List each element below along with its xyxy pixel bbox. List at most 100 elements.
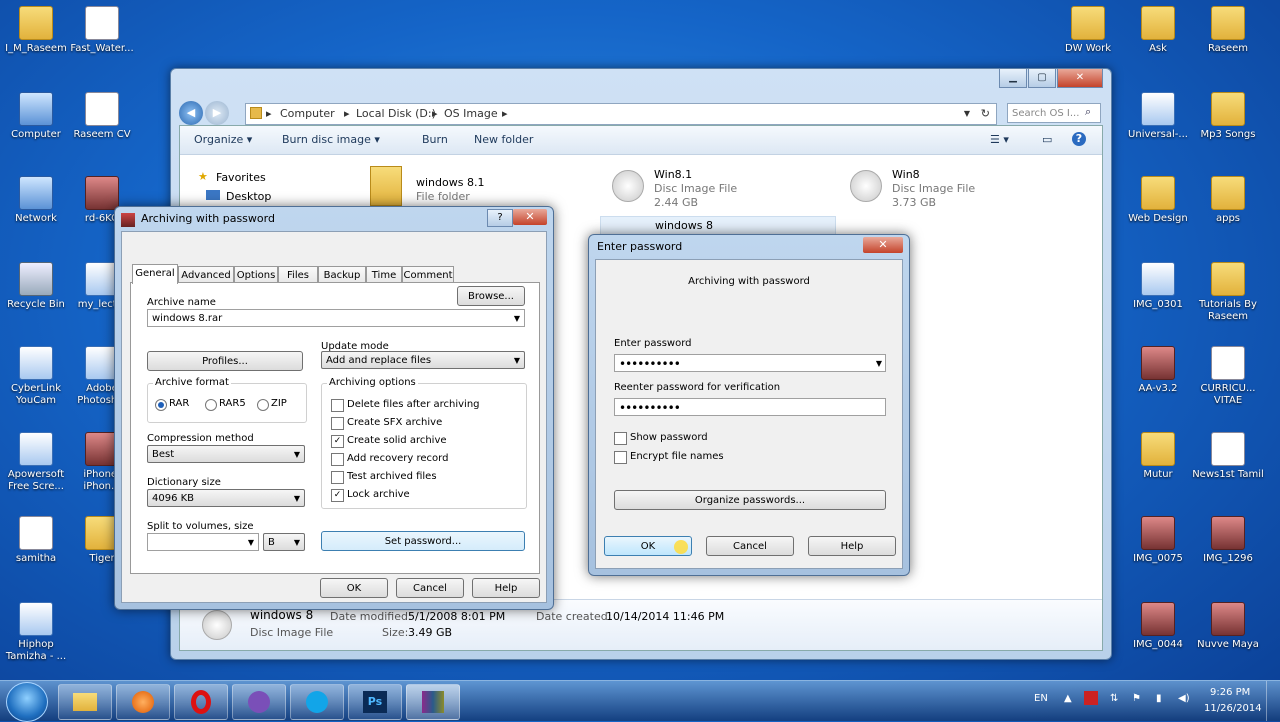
file-name[interactable]: Win8.1 <box>654 168 692 181</box>
organize-passwords-button[interactable]: Organize passwords... <box>614 490 886 510</box>
option-checkbox[interactable] <box>331 453 344 466</box>
desktop-icon-item[interactable]: Tutorials By Raseem <box>1192 262 1264 323</box>
tab-general[interactable]: General <box>132 264 178 284</box>
show-password-checkbox[interactable] <box>614 432 627 445</box>
desktop-icon-item[interactable]: Web Design <box>1122 176 1194 225</box>
start-button[interactable] <box>6 682 48 722</box>
option-checkbox[interactable] <box>331 471 344 484</box>
chevron-down-icon[interactable]: ▼ <box>248 534 254 552</box>
skype-icon[interactable] <box>290 684 344 720</box>
ok-button[interactable]: OK <box>320 578 388 598</box>
chevron-down-icon[interactable]: ▼ <box>876 355 882 373</box>
disc-image-icon[interactable] <box>612 170 644 202</box>
burn-button[interactable]: Burn <box>422 133 448 146</box>
help-button[interactable]: Help <box>472 578 540 598</box>
preview-pane-icon[interactable]: ▭ <box>1042 133 1052 146</box>
option-checkbox[interactable]: ✓ <box>331 489 344 502</box>
breadcrumb-computer[interactable]: Computer <box>280 104 335 124</box>
refresh-icon[interactable]: ↻ <box>981 104 990 124</box>
desktop-icon-item[interactable]: Hiphop Tamizha - ... <box>0 602 72 663</box>
update-mode-select[interactable]: Add and replace files ▼ <box>321 351 525 369</box>
file-name[interactable]: windows 8 <box>655 219 713 232</box>
show-desktop-button[interactable] <box>1266 681 1279 721</box>
action-center-icon[interactable]: ⚑ <box>1132 693 1141 704</box>
desktop-icon-item[interactable]: Computer <box>0 92 72 141</box>
help-icon[interactable]: ? <box>1072 132 1086 146</box>
set-password-button[interactable]: Set password... <box>321 531 525 551</box>
network-icon[interactable]: ⇅ <box>1110 693 1118 704</box>
split-unit-select[interactable]: B ▼ <box>263 533 305 551</box>
radio-rar5[interactable] <box>205 399 217 411</box>
tray-app-icon[interactable] <box>1084 691 1098 705</box>
minimize-button[interactable]: ▁ <box>999 69 1027 88</box>
option-checkbox[interactable] <box>331 417 344 430</box>
address-bar[interactable]: ▸ Computer ▸ Local Disk (D:) ▸ OS Image … <box>245 103 997 125</box>
media-player-icon[interactable] <box>116 684 170 720</box>
back-icon[interactable]: ◀ <box>179 101 203 125</box>
nav-desktop[interactable]: Desktop <box>226 190 271 203</box>
breadcrumb-folder[interactable]: OS Image <box>444 104 498 124</box>
file-item-selected[interactable]: windows 8 <box>600 216 836 236</box>
maximize-button[interactable]: ▢ <box>1028 69 1056 88</box>
profiles-button[interactable]: Profiles... <box>147 351 303 371</box>
archive-name-field[interactable]: windows 8.rar ▼ <box>147 309 525 327</box>
desktop-icon-item[interactable]: CURRICU... VITAE <box>1192 346 1264 407</box>
desktop-icon-item[interactable]: DW Work <box>1052 6 1124 55</box>
desktop-icon-item[interactable]: IMG_0301 <box>1122 262 1194 311</box>
desktop-icon-item[interactable]: apps <box>1192 176 1264 225</box>
cancel-button[interactable]: Cancel <box>706 536 794 556</box>
file-name[interactable]: windows 8.1 <box>416 176 484 189</box>
password-input[interactable]: •••••••••• ▼ <box>614 354 886 372</box>
desktop-icon-item[interactable]: News1st Tamil <box>1192 432 1264 481</box>
forward-icon[interactable]: ▶ <box>205 101 229 125</box>
desktop-icon-item[interactable]: AA-v3.2 <box>1122 346 1194 395</box>
desktop-icon-item[interactable]: Ask <box>1122 6 1194 55</box>
desktop-icon-item[interactable]: Raseem <box>1192 6 1264 55</box>
help-button[interactable]: Help <box>808 536 896 556</box>
clock-time[interactable]: 9:26 PM <box>1210 687 1250 698</box>
nav-favorites[interactable]: Favorites <box>216 171 266 184</box>
file-name[interactable]: Win8 <box>892 168 920 181</box>
desktop-icon-item[interactable]: Mp3 Songs <box>1192 92 1264 141</box>
chevron-down-icon[interactable]: ▼ <box>514 310 520 328</box>
encrypt-names-checkbox[interactable] <box>614 451 627 464</box>
desktop-icon-item[interactable]: Network <box>0 176 72 225</box>
radio-zip[interactable] <box>257 399 269 411</box>
burn-disc-button[interactable]: Burn disc image ▾ <box>282 133 380 146</box>
desktop-icon-item[interactable]: Fast_Water... <box>66 6 138 55</box>
help-title-button[interactable]: ? <box>487 209 513 227</box>
file-item[interactable] <box>370 166 406 208</box>
desktop-icon-item[interactable]: Recycle Bin <box>0 262 72 311</box>
reenter-password-input[interactable]: •••••••••• <box>614 398 886 416</box>
disc-image-icon[interactable] <box>850 170 882 202</box>
desktop-icon-item[interactable]: Mutur <box>1122 432 1194 481</box>
viber-icon[interactable] <box>232 684 286 720</box>
radio-rar[interactable] <box>155 399 167 411</box>
organize-button[interactable]: Organize ▾ <box>194 133 252 146</box>
desktop-icon-item[interactable]: I_M_Raseem <box>0 6 72 55</box>
breadcrumb-disk[interactable]: Local Disk (D:) <box>356 104 436 124</box>
new-folder-button[interactable]: New folder <box>474 133 533 146</box>
split-size-field[interactable]: ▼ <box>147 533 259 551</box>
desktop-icon-item[interactable]: CyberLink YouCam <box>0 346 72 407</box>
cancel-button[interactable]: Cancel <box>396 578 464 598</box>
desktop-icon-item[interactable]: Universal-... <box>1122 92 1194 141</box>
compression-select[interactable]: Best ▼ <box>147 445 305 463</box>
desktop-icon-item[interactable]: Raseem CV <box>66 92 138 141</box>
desktop-icon-item[interactable]: Apowersoft Free Scre... <box>0 432 72 493</box>
desktop-icon-item[interactable]: IMG_0044 <box>1122 602 1194 651</box>
dictionary-select[interactable]: 4096 KB ▼ <box>147 489 305 507</box>
explorer-icon[interactable] <box>58 684 112 720</box>
language-indicator[interactable]: EN <box>1034 693 1048 704</box>
clock-date[interactable]: 11/26/2014 <box>1204 703 1262 714</box>
desktop-icon-item[interactable]: IMG_0075 <box>1122 516 1194 565</box>
opera-icon[interactable] <box>174 684 228 720</box>
winrar-icon[interactable] <box>406 684 460 720</box>
close-button[interactable]: ✕ <box>513 209 547 225</box>
desktop-icon-item[interactable]: samitha <box>0 516 72 565</box>
desktop-icon-item[interactable]: Nuvve Maya <box>1192 602 1264 651</box>
search-icon[interactable]: ⌕ <box>1085 105 1091 119</box>
desktop-icon-item[interactable]: IMG_1296 <box>1192 516 1264 565</box>
volume-icon[interactable]: ◀) <box>1178 693 1190 704</box>
password-dialog[interactable]: Enter password ✕ Archiving with password… <box>588 234 910 576</box>
